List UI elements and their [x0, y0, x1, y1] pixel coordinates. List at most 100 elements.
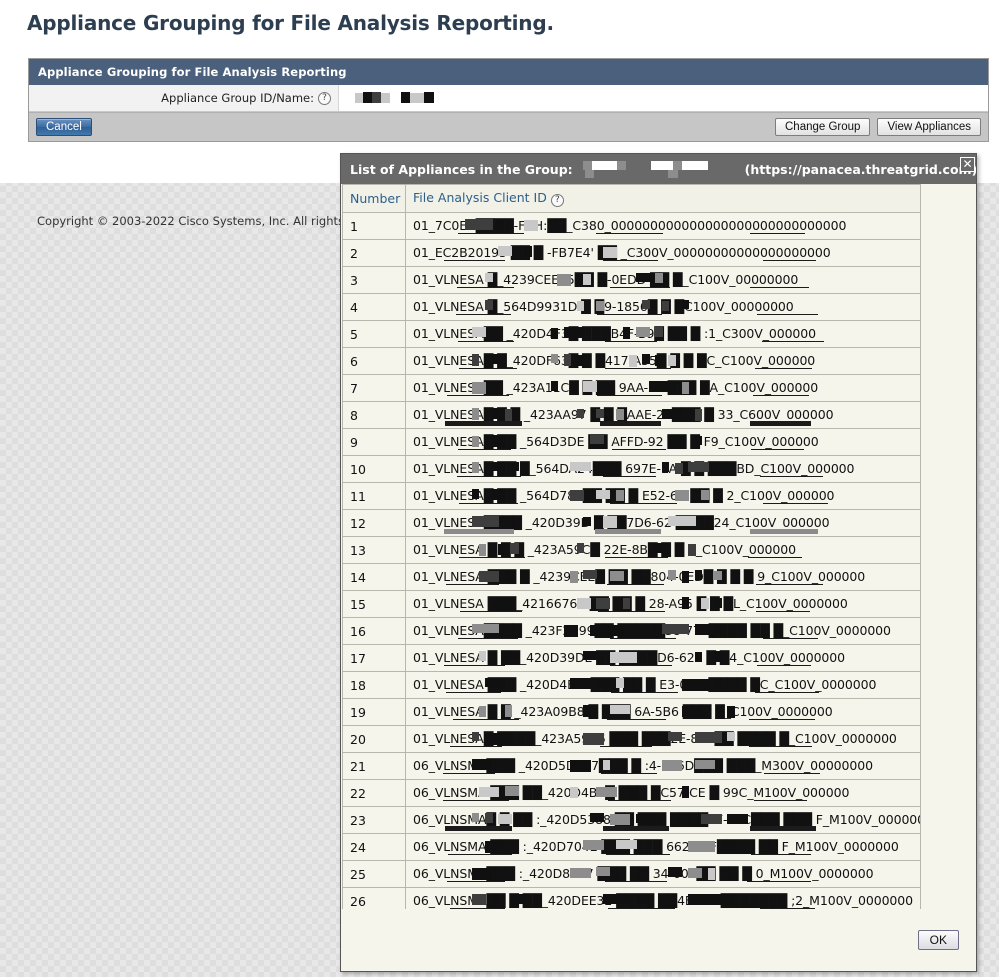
page-title: Appliance Grouping for File Analysis Rep… [27, 11, 554, 35]
redaction-block [688, 462, 709, 472]
question-mark-icon[interactable]: ? [318, 91, 331, 105]
table-row[interactable]: 401_VLNESA █_564D9931D █ █9-1856█ █ █C10… [342, 293, 921, 321]
redaction-block [576, 409, 585, 418]
table-row[interactable]: 21 06_VLNSMA███ _420D5DE07███ █ :4-006D██… [342, 752, 921, 780]
redaction-block [491, 894, 500, 903]
appliance-group-label: Appliance Group ID/Name: [161, 91, 314, 105]
column-header-number[interactable]: Number [342, 184, 406, 213]
redaction-block [668, 570, 676, 580]
redaction-block [681, 706, 703, 717]
cell-number: 20 [342, 725, 406, 753]
client-id-text: 01_VLNESA █ █ █ _423A59C█ 22E-8B█ █ █ 9_… [413, 542, 796, 557]
table-row[interactable]: 26 06_VLNSMA██ █ ██_420DEE32 ████ ██4B-F5… [342, 887, 921, 909]
client-id-text: 01_EC2B20195 ██ █ -FB7E4' ██ _C300V_0000… [413, 245, 831, 260]
table-row[interactable]: 15 01_VLNESA ███_4216676B ██ ██ █ 28-A95 … [342, 590, 921, 618]
cancel-button[interactable]: Cancel [36, 118, 92, 136]
redaction-block [655, 543, 663, 553]
redaction-block [661, 301, 670, 311]
cell-number: 10 [342, 455, 406, 483]
table-row[interactable]: 20 01_VLNESA█ ████_423A59C6 ███ ███2E-8BE… [342, 725, 921, 753]
table-row[interactable]: 11 01_VLNESA█ ██ _564D78E██ ██ █ E52-6C █… [342, 482, 921, 510]
redaction-underline [605, 341, 657, 342]
table-row[interactable]: 16 01_VLNESA████ _423F2B99██ █████38-776█… [342, 617, 921, 645]
appliance-group-value-cell[interactable] [339, 85, 988, 111]
redaction-block [616, 840, 637, 849]
redaction-block [491, 489, 506, 500]
cell-client-id: 01_VLNESA ███ _420D4E75███ ██ █ E3-0AA █… [405, 671, 921, 699]
column-header-client-id[interactable]: File Analysis Client ID ? [405, 184, 921, 213]
table-row[interactable]: 1901_VLNESA █ █ _423A09B8 █ ███ 6A-5B6 █… [342, 698, 921, 726]
table-row[interactable]: 12 01_VLNESA████ _420D39D █ ██7D6-62 ████… [342, 509, 921, 537]
table-row[interactable]: 3 01_VLNESA █_4239CEE15██ █-0EDD ██ █_C10… [342, 266, 921, 294]
redaction-block [602, 247, 617, 258]
redaction-block [504, 786, 519, 796]
redaction-underline [450, 908, 505, 909]
table-row[interactable]: 25 06_VLNSMA███ :_420D8737 ███ ██ 34-608█… [342, 860, 921, 888]
change-group-button[interactable]: Change Group [775, 118, 871, 136]
dialog-title-prefix: List of Appliances in the Group: [350, 161, 573, 177]
table-row[interactable]: 6 01_VLNESA█ █_420DF63█ █ █417-A55█ █ █ █… [342, 347, 921, 375]
redaction-underline [607, 719, 666, 720]
cell-number: 22 [342, 779, 406, 807]
table-row[interactable]: 10 01_VLNESA█ ██ █_564DA24███ 697E-EA █ █… [342, 455, 921, 483]
table-row[interactable]: 1 01_7C0EC████-FCH:██_C380_00000000000000… [342, 212, 921, 240]
redaction-block [583, 733, 604, 745]
redaction-block [478, 571, 500, 582]
redaction-underline [762, 341, 824, 342]
redaction-underline [598, 611, 665, 612]
cell-client-id: 06_VLNSMA███ :_420D8737 ███ ██ 34-608██ … [405, 860, 921, 888]
redaction-underline [755, 692, 819, 693]
redaction-underline [750, 287, 809, 288]
redaction-block [511, 894, 526, 904]
redaction-underline [756, 611, 810, 612]
table-row[interactable]: 23 06_VLNSMA█ █ ██ :_420D5388 ██ ███ ████… [342, 806, 921, 834]
redaction-block [629, 786, 637, 798]
view-appliances-button[interactable]: View Appliances [877, 118, 981, 136]
redaction-block [485, 678, 506, 687]
dialog-body: Number File Analysis Client ID ? 1 01_7C0… [341, 184, 976, 909]
table-row[interactable]: 9 01_VLNESA█ ██ _564D3DE ██ AFFD-92 ██ █ … [342, 428, 921, 456]
redaction-block [668, 436, 683, 447]
cell-number: 13 [342, 536, 406, 564]
table-row[interactable]: 17 01_VLNESA █ ██_420D39DE ██ ████D6-620 … [342, 644, 921, 672]
cell-client-id: 01_VLNESA █ ██_420D39DE ██ ████D6-620 █ … [405, 644, 921, 672]
redaction-underline [603, 260, 658, 261]
close-x-icon[interactable]: ✕ [960, 157, 975, 172]
redaction-block [576, 301, 585, 311]
table-row[interactable]: 14 01_VLNESA ███ █ _4239CEE█ ██ ██804-0ED… [342, 563, 921, 591]
table-row[interactable]: 18 01_VLNESA ███ _420D4E75███ ██ █ E3-0AA… [342, 671, 921, 699]
table-row[interactable]: 24 06_VLNSMA ███ :_420D704E ███ ███ 662-1… [342, 833, 921, 861]
cell-number: 14 [342, 563, 406, 591]
client-id-text: 01_VLNESA ███ _420D4E75███ ██ █ E3-0AA █… [413, 677, 877, 692]
cell-client-id: 01_VLNESA████ _420D39D █ ██7D6-62 ████24… [405, 509, 921, 537]
cell-client-id: 01_VLNESA█ ██ _564D78E██ ██ █ E52-6C ██ … [405, 482, 921, 510]
redaction-underline [595, 529, 661, 534]
redaction-underline [603, 476, 656, 477]
redaction-underline [450, 746, 502, 747]
redaction-underline [457, 287, 514, 288]
table-row[interactable]: 7 01_VLNESA██ _423A11C█ █ ██ 9AA-20 ███ █… [342, 374, 921, 402]
redaction-block [694, 624, 709, 635]
client-id-text: 01_VLNESA ███_4216676B ██ ██ █ 28-A95 █ … [413, 596, 848, 611]
redaction-block [668, 355, 676, 366]
redaction-underline [458, 449, 511, 450]
table-row[interactable]: 13 01_VLNESA █ █ █ _423A59C█ 22E-8B█ █ █ … [342, 536, 921, 564]
redaction-block [681, 786, 690, 798]
table-row[interactable]: 8 01_VLNESA█ █ █ _423AA97 █ █ █AAE-25███ … [342, 401, 921, 429]
redaction-underline [446, 692, 501, 693]
client-id-text: 01_VLNESA █_4239CEE15██ █-0EDD ██ █_C100… [413, 272, 799, 287]
redaction-block [714, 571, 722, 580]
redaction-underline [601, 773, 657, 774]
redaction-block [465, 219, 493, 230]
table-row[interactable]: 5 01_VLNESA██ _420D4F3█ ███B4F-B9█ ██ █ :… [342, 320, 921, 348]
redaction-underline [445, 421, 522, 426]
redaction-block [485, 841, 506, 853]
table-row[interactable]: 2206_VLNSMA ███ ██_420D4B6█ ███ █C57-CE … [342, 779, 921, 807]
redaction-underline [458, 341, 514, 342]
redaction-block [655, 273, 663, 283]
cell-client-id: 01_EC2B20195 ██ █ -FB7E4' ██ _C300V_0000… [405, 239, 921, 267]
ok-button[interactable]: OK [917, 930, 959, 950]
redaction-underline [603, 826, 669, 831]
question-mark-icon[interactable]: ? [550, 194, 564, 207]
table-row[interactable]: 2 01_EC2B20195 ██ █ -FB7E4' ██ _C300V_000… [342, 239, 921, 267]
